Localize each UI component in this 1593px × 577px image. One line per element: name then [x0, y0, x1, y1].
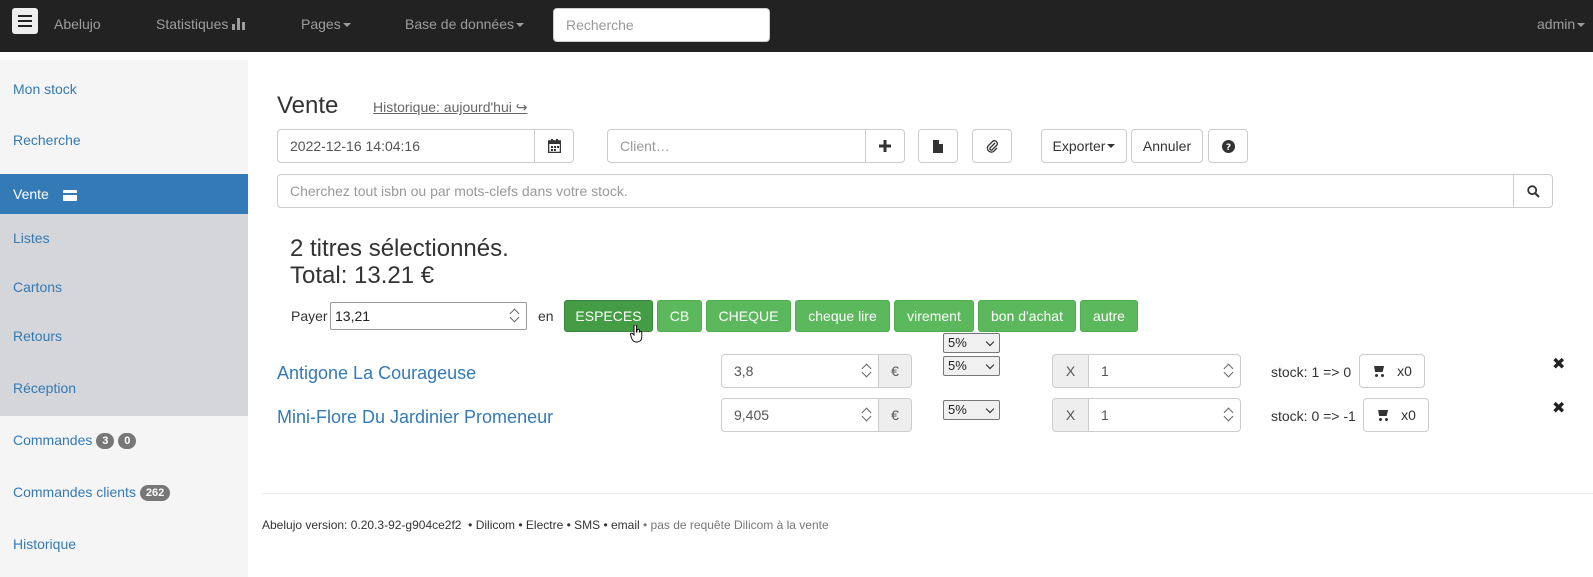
pay-other-button[interactable]: autre	[1080, 300, 1138, 332]
spinner-icon	[1224, 407, 1234, 423]
caret-down-icon	[1577, 23, 1586, 28]
nav-pages-dropdown[interactable]: Pages	[301, 16, 351, 32]
pay-voucher-button[interactable]: bon d'achat	[978, 300, 1076, 332]
date-input[interactable]: 2022-12-16 14:04:16	[277, 129, 535, 163]
footer-note: • pas de requête Dilicom à la vente	[643, 518, 829, 532]
bar-chart-icon	[232, 18, 246, 30]
quantity-prefix: X	[1052, 398, 1089, 432]
item-discount-select[interactable]: 5%	[943, 356, 1000, 376]
search-button[interactable]	[1513, 174, 1553, 208]
selected-count: 2 titres sélectionnés.	[290, 235, 509, 262]
shopping-cart-icon	[1376, 410, 1389, 421]
stock-change-text: stock: 0 => -1	[1271, 408, 1356, 424]
sidebar-item-client-orders[interactable]: Commandes clients 262	[0, 482, 248, 502]
product-title-link[interactable]: Antigone La Courageuse	[277, 363, 476, 384]
pay-transfer-button[interactable]: virement	[894, 300, 974, 332]
svg-text:?: ?	[1225, 143, 1230, 153]
spinner-icon	[862, 407, 872, 423]
footer-divider	[262, 493, 1593, 494]
stock-search-input[interactable]: Cherchez tout isbn ou par mots-clefs dan…	[277, 174, 1514, 208]
caret-down-icon	[515, 23, 524, 28]
user-menu-dropdown[interactable]: admin	[1537, 16, 1586, 32]
calendar-button[interactable]	[534, 129, 574, 163]
navbar-search-input[interactable]	[553, 8, 770, 42]
add-client-button[interactable]	[865, 129, 905, 163]
client-input[interactable]: Client…	[607, 129, 866, 163]
currency-addon: €	[878, 398, 912, 432]
paperclip-icon	[986, 139, 998, 153]
top-navbar: Abelujo Statistiques Pages Base de donné…	[0, 0, 1593, 52]
shopping-cart-icon	[1372, 366, 1385, 377]
file-icon	[933, 139, 943, 153]
version-text: Abelujo version: 0.20.3-92-g904ce2f2	[262, 518, 462, 532]
spinner-icon	[862, 363, 872, 379]
credit-card-icon	[62, 189, 77, 201]
sidebar-item-returns[interactable]: Retours	[0, 326, 248, 346]
quantity-prefix: X	[1052, 354, 1089, 388]
item-price-input[interactable]: 3,8	[721, 354, 879, 388]
pay-cheque-button[interactable]: CHEQUE	[706, 300, 791, 332]
pay-amount-input[interactable]: 13,21	[330, 302, 527, 330]
in-label: en	[538, 308, 554, 324]
page-title: Vente	[277, 92, 339, 119]
main-content: Vente Historique: aujourd'hui ↪ 2022-12-…	[262, 52, 1593, 577]
nav-database-dropdown[interactable]: Base de données	[405, 16, 524, 32]
cancel-button[interactable]: Annuler	[1131, 129, 1203, 163]
question-circle-icon: ?	[1221, 139, 1235, 153]
brand-link[interactable]: Abelujo	[54, 16, 101, 32]
plus-icon	[879, 140, 891, 152]
attach-button[interactable]	[972, 129, 1012, 163]
document-button[interactable]	[918, 129, 958, 163]
nav-statistics[interactable]: Statistiques	[156, 16, 246, 32]
footer-links[interactable]: • Dilicom • Electre • SMS • email	[468, 518, 640, 532]
spinner-icon	[1224, 363, 1234, 379]
help-button[interactable]: ?	[1208, 129, 1248, 163]
export-dropdown-button[interactable]: Exporter	[1041, 129, 1127, 163]
chevron-down-icon	[985, 337, 995, 347]
item-price-input[interactable]: 9,405	[721, 398, 879, 432]
sidebar-item-orders[interactable]: Commandes 3 0	[0, 430, 248, 450]
item-quantity-input[interactable]: 1	[1088, 354, 1241, 388]
caret-down-icon	[1107, 144, 1116, 148]
item-quantity-input[interactable]: 1	[1088, 398, 1241, 432]
orders-count-badge: 3	[96, 433, 115, 449]
cart-button[interactable]: x0	[1359, 354, 1425, 388]
currency-addon: €	[878, 354, 912, 388]
spinner-icon	[510, 308, 520, 324]
sidebar-item-stock[interactable]: Mon stock	[0, 79, 248, 99]
global-discount-select[interactable]: 5%	[943, 333, 1000, 353]
search-icon	[1526, 184, 1540, 198]
remove-item-icon[interactable]: ✖	[1552, 398, 1565, 418]
cart-button[interactable]: x0	[1363, 398, 1429, 432]
client-orders-count-badge: 262	[139, 485, 171, 501]
history-link[interactable]: Historique: aujourd'hui ↪	[373, 99, 528, 116]
footer: Abelujo version: 0.20.3-92-g904ce2f2 • D…	[262, 518, 829, 532]
hand-cursor-icon	[630, 325, 643, 343]
chevron-down-icon	[985, 360, 995, 370]
total-amount: Total: 13.21 €	[290, 262, 435, 289]
orders-count-badge: 0	[118, 433, 137, 449]
sidebar-item-reception[interactable]: Réception	[0, 378, 248, 398]
calendar-icon	[547, 139, 561, 153]
menu-toggle-button[interactable]	[12, 8, 38, 34]
caret-down-icon	[342, 23, 351, 28]
remove-item-icon[interactable]: ✖	[1552, 354, 1565, 374]
pay-card-button[interactable]: CB	[657, 300, 702, 332]
chevron-down-icon	[985, 404, 995, 414]
product-title-link[interactable]: Mini-Flore Du Jardinier Promeneur	[277, 407, 553, 428]
pay-label: Payer	[291, 308, 328, 324]
item-discount-select[interactable]: 5%	[943, 400, 1000, 420]
pay-cheque-lire-button[interactable]: cheque lire	[795, 300, 890, 332]
sidebar-item-history[interactable]: Historique	[0, 534, 248, 554]
sidebar-item-sale[interactable]: Vente	[0, 174, 248, 214]
hamburger-icon	[18, 15, 32, 27]
sidebar-item-lists[interactable]: Listes	[0, 228, 248, 248]
sidebar-item-search[interactable]: Recherche	[0, 130, 248, 150]
sidebar-item-boxes[interactable]: Cartons	[0, 277, 248, 297]
sidebar: Mon stock Recherche Vente Listes Cartons…	[0, 60, 248, 577]
stock-change-text: stock: 1 => 0	[1271, 364, 1352, 380]
